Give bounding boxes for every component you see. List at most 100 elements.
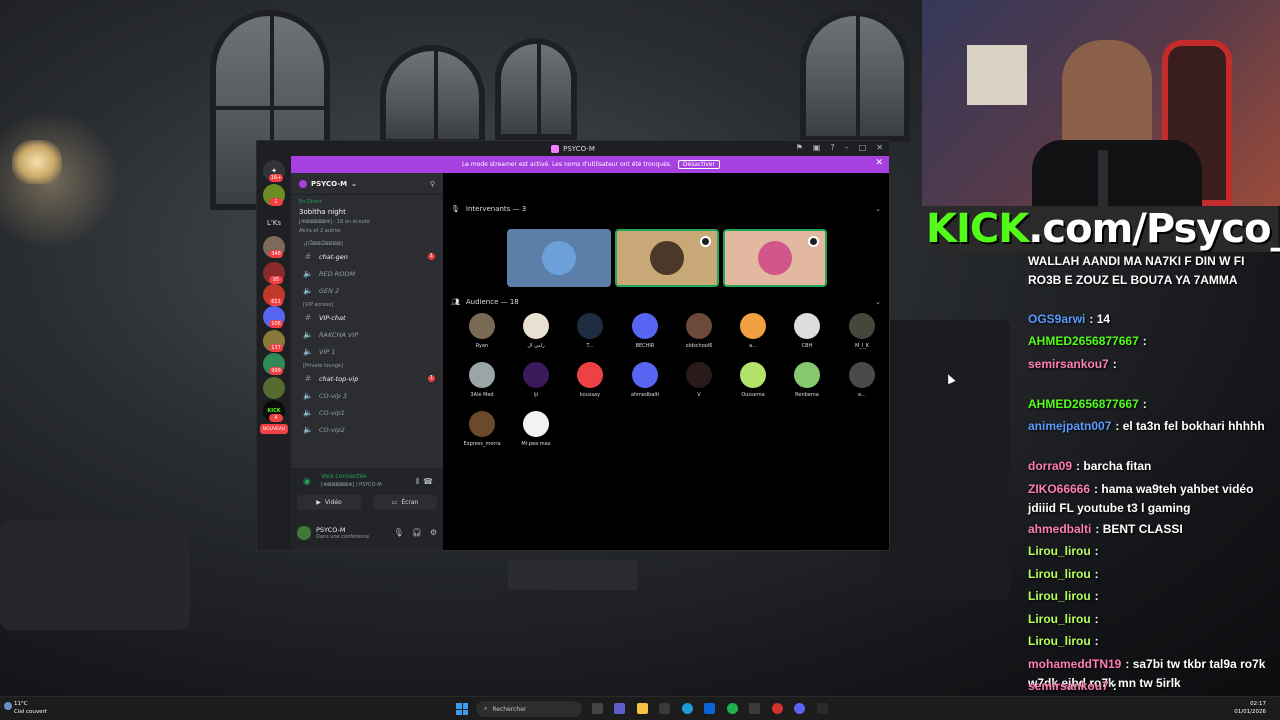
chat-username[interactable]: AHMED2656877667 <box>1028 397 1139 411</box>
obs-icon[interactable] <box>817 703 828 714</box>
audience-member[interactable]: iji <box>514 362 558 398</box>
screen-share-icon: ▭ <box>391 499 398 506</box>
disconnect-icon[interactable]: ☎ <box>423 477 433 486</box>
screen-icon[interactable]: ▣ <box>813 143 821 152</box>
chat-username[interactable]: animejpatn007 <box>1028 419 1111 433</box>
audience-member[interactable]: Oussema <box>731 362 775 398</box>
server-header[interactable]: PSYCO-M ⌄ ⚲ <box>291 173 443 195</box>
maximize-button[interactable]: □ <box>859 143 867 152</box>
audience-member[interactable]: Mr.pea max <box>514 411 558 447</box>
channel-red-room[interactable]: 🔈 RED ROOM <box>291 265 443 282</box>
live-event[interactable]: En Direct 3obitha night [❄︎⊠⊠⊠⊠⊠❄︎] · 16… <box>291 195 443 238</box>
chat-message: semirsankou7: <box>1028 677 1274 696</box>
audience-header[interactable]: 👥︎ Audience — 18 <box>451 298 519 306</box>
chat-username[interactable]: ahmedbalti <box>1028 522 1091 536</box>
screen-share-button[interactable]: ▭ Écran <box>373 495 437 510</box>
audience-member[interactable]: رامي ال <box>514 313 558 349</box>
close-icon[interactable]: ✕ <box>875 158 883 168</box>
avatar[interactable] <box>297 525 311 540</box>
store-icon[interactable] <box>659 703 670 714</box>
channel-rakcha-vip[interactable]: 🔈 RAKCHA VIP <box>291 326 443 343</box>
app-icon[interactable] <box>772 703 783 714</box>
channel-co-vip-3[interactable]: 🔈 CO-vip 3 <box>291 387 443 404</box>
speaker-tile[interactable] <box>723 229 827 287</box>
close-button[interactable]: ✕ <box>876 143 883 152</box>
help-icon[interactable]: ? <box>830 143 834 152</box>
disable-streamer-button[interactable]: Désactiver <box>677 160 720 169</box>
noise-suppression-icon[interactable]: ⦀ <box>415 477 419 487</box>
channel-vip-1[interactable]: 🔈 VIP 1 <box>291 343 443 360</box>
chat-username[interactable]: Lirou_lirou <box>1028 634 1091 648</box>
hash-icon: # <box>304 313 312 322</box>
headphones-icon[interactable]: 🎧︎ <box>412 528 422 537</box>
chat-username[interactable]: OGS9arwi <box>1028 312 1085 326</box>
audience-member[interactable]: e... <box>840 362 884 398</box>
channel-vip-chat[interactable]: # VIP-chat <box>291 309 443 326</box>
audience-member[interactable]: CBH <box>785 313 829 349</box>
audience-member[interactable]: T... <box>568 313 612 349</box>
chat-username[interactable]: Lirou_lirou <box>1028 567 1091 581</box>
server-icon-lks[interactable]: L'Ks <box>263 212 285 234</box>
video-button[interactable]: ▶ Vidéo <box>297 495 361 510</box>
chat-username[interactable]: dorra09 <box>1028 459 1072 473</box>
audience-member[interactable]: oldschool6 <box>677 313 721 349</box>
task-view-icon[interactable] <box>592 703 603 714</box>
channel-category[interactable]: [VIP access] <box>291 299 443 309</box>
minimize-button[interactable]: – <box>845 143 849 152</box>
server-name: PSYCO-M <box>311 179 348 188</box>
unread-badge: 1 <box>428 253 435 260</box>
audience-member[interactable]: koussay <box>568 362 612 398</box>
audience-member[interactable]: a... <box>731 313 775 349</box>
chat-username[interactable]: mohameddTN19 <box>1028 657 1121 671</box>
channel-co-vip1[interactable]: 🔈 CO-vip1 <box>291 404 443 421</box>
app-icon[interactable] <box>749 703 760 714</box>
speaker-tile[interactable] <box>507 229 611 287</box>
chevron-down-icon[interactable]: ⌄ <box>875 205 881 213</box>
chat-username[interactable]: ZIKO66666 <box>1028 482 1090 496</box>
audience-member[interactable]: Express_morra <box>460 411 504 447</box>
voice-location: [❄︎⊠⊠⊠⊠⊠❄︎] / PSYCO-M <box>321 482 382 488</box>
event-status: En Direct <box>299 199 322 205</box>
search-icon: ⌕ <box>484 705 488 712</box>
clock[interactable]: 02:17 01/01/2026 <box>1234 700 1266 716</box>
channel-category[interactable]: ┌[Ɠ⊠⊠Ɠ⊠⊠⊠⊠] <box>291 238 443 248</box>
audience-member[interactable]: M_I_K <box>840 313 884 349</box>
audience-member[interactable]: Renbema <box>785 362 829 398</box>
chat-username[interactable]: semirsankou7 <box>1028 679 1109 693</box>
inbox-icon[interactable]: ⚑ <box>796 143 803 152</box>
discord-icon[interactable] <box>794 703 805 714</box>
edge-icon[interactable] <box>682 703 693 714</box>
mail-icon[interactable] <box>704 703 715 714</box>
chrome-icon[interactable] <box>727 703 738 714</box>
teams-icon[interactable] <box>614 703 625 714</box>
chat-username[interactable]: Lirou_lirou <box>1028 544 1091 558</box>
start-button[interactable] <box>456 703 468 715</box>
audience-member[interactable]: BECHIR <box>623 313 667 349</box>
microphone-icon[interactable]: 🎙︎ <box>394 528 404 537</box>
rail-badge: 106 <box>269 320 283 328</box>
taskbar-search[interactable]: ⌕ Rechercher <box>476 701 582 717</box>
chevron-down-icon[interactable]: ⌄ <box>875 298 881 306</box>
audience-member[interactable]: 3Alé Med <box>460 362 504 398</box>
channel-co-vip2[interactable]: 🔈 CO-vip2 <box>291 421 443 438</box>
speaker-tile[interactable] <box>615 229 719 287</box>
speakers-header[interactable]: 🎙︎ Intervenants — 3 <box>451 205 526 213</box>
channel-chat-top-vip[interactable]: # chat-top-vip 1 <box>291 370 443 387</box>
channel-category[interactable]: [Private lounge] <box>291 360 443 370</box>
chat-username[interactable]: Lirou_lirou <box>1028 612 1091 626</box>
audience-member[interactable]: Ryan <box>460 313 504 349</box>
gear-icon[interactable]: ⚙ <box>430 528 437 537</box>
channel-gen-2[interactable]: 🔈 GEN 2 <box>291 282 443 299</box>
chat-username[interactable]: AHMED2656877667 <box>1028 334 1139 348</box>
channel-panel: PSYCO-M ⌄ ⚲ En Direct 3obitha night [❄︎⊠… <box>291 173 443 550</box>
weather-widget[interactable]: 11°C Ciel couvert <box>14 700 47 716</box>
chat-username[interactable]: semirsankou7 <box>1028 357 1109 371</box>
audience-member[interactable]: V <box>677 362 721 398</box>
channel-chat-gen[interactable]: # chat-gen 1 <box>291 248 443 265</box>
avatar <box>469 313 495 339</box>
server-icon[interactable] <box>263 377 285 399</box>
chat-username[interactable]: Lirou_lirou <box>1028 589 1091 603</box>
add-member-icon[interactable]: ⚲ <box>430 180 435 188</box>
file-explorer-icon[interactable] <box>637 703 648 714</box>
audience-member[interactable]: ahmedbalti <box>623 362 667 398</box>
